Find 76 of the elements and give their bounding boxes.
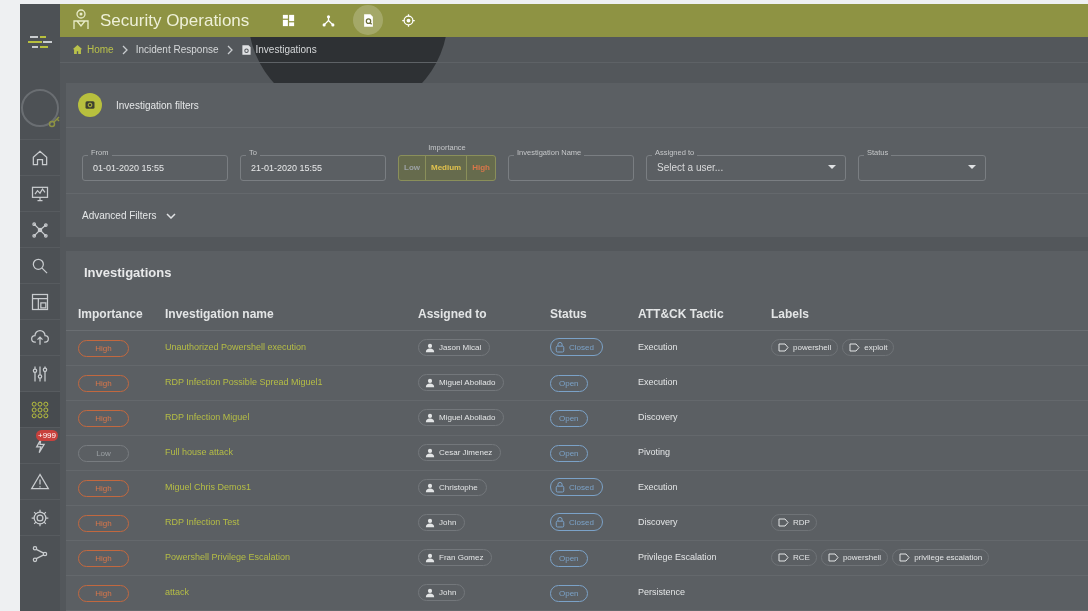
layout-icon [30,291,50,312]
cloud-upload-icon [30,327,50,348]
nav-tab[interactable] [353,5,384,36]
app-title: Security Operations [100,9,250,32]
input-field[interactable]: 01-01-2020 15:55 [82,155,228,182]
investigation-link[interactable]: Miguel Chris Demos1 [165,482,252,493]
input-field[interactable] [508,155,634,182]
panel-title: Investigation filters [116,98,199,113]
investigation-link[interactable]: Unauthorized Powershell execution [165,342,307,353]
column-header: Investigation name [165,299,418,331]
chevron-icon [121,44,128,55]
home-icon [72,44,83,56]
grid-icon [30,399,50,420]
dashboard-icon [280,12,296,28]
settings-icon [30,507,50,528]
investigation-link[interactable]: attack [165,587,189,598]
investigation-link[interactable]: Powershell Privilege Escalation [165,552,291,563]
lock-icon [555,481,565,494]
investigation-link[interactable]: Full house attack [165,447,234,458]
user-icon [425,447,435,458]
user-icon [425,342,435,353]
dropdown-field[interactable] [858,155,986,182]
sidebar-item[interactable] [20,391,60,427]
input-field[interactable]: 21-01-2020 15:55 [240,155,386,182]
user-icon [425,412,435,423]
key-icon [48,114,60,128]
table-cell: Discovery [638,505,771,541]
user-icon [425,552,435,563]
advanced-filters-toggle[interactable]: Advanced Filters [82,208,177,224]
table-cell: Execution [638,330,771,366]
share-icon [30,543,50,564]
column-header: Status [550,299,638,331]
tag-icon [778,553,789,563]
table-title: Investigations [83,264,173,283]
warning-icon [30,471,50,492]
table-cell: Privilege Escalation [638,540,771,576]
table-cell: Execution [638,470,771,506]
user-icon [425,482,435,493]
chevron-icon [166,212,177,219]
tag-icon [899,553,911,563]
breadcrumb-link[interactable]: Investigations [240,42,317,58]
hierarchy-icon [320,12,336,28]
breadcrumb-link[interactable]: Incident Response [135,42,219,58]
target-icon [400,12,416,28]
table-cell: Persistence [638,575,771,611]
caret-icon [968,165,976,170]
tag-icon [827,553,839,563]
column-header: Assigned to [418,299,550,331]
table-cell: Execution [638,365,771,401]
investigation-link[interactable]: RDP Infection Miguel [165,412,250,423]
chevron-icon [226,44,233,55]
column-header: Importance [66,299,165,331]
importance-option[interactable]: High [466,156,495,181]
table-cell: Discovery [638,400,771,436]
tag-icon [778,343,789,353]
user-icon [425,517,435,528]
column-header: Labels [771,299,1088,331]
tag-icon [778,518,789,528]
network-icon [30,219,50,240]
user-icon [425,377,435,388]
caret-icon [828,165,836,170]
user-icon [425,587,435,598]
investigation-link[interactable]: RDP Infection Possible Spread Miguel1 [165,377,323,388]
notification-count: +999 [35,430,58,441]
investigation-link[interactable]: RDP Infection Test [165,517,240,528]
column-header: ATT&CK Tactic [638,299,771,331]
importance-option[interactable]: Low [399,156,425,181]
breadcrumb-link[interactable]: Home [72,42,114,58]
table-cell: Pivoting [638,435,771,471]
filter-icon [78,93,102,118]
lock-icon [555,341,565,354]
lock-icon [555,516,565,529]
operator-icon [72,9,90,32]
tag-icon [849,343,861,353]
importance-option[interactable]: Medium [425,156,467,181]
document-search-icon [240,43,252,56]
